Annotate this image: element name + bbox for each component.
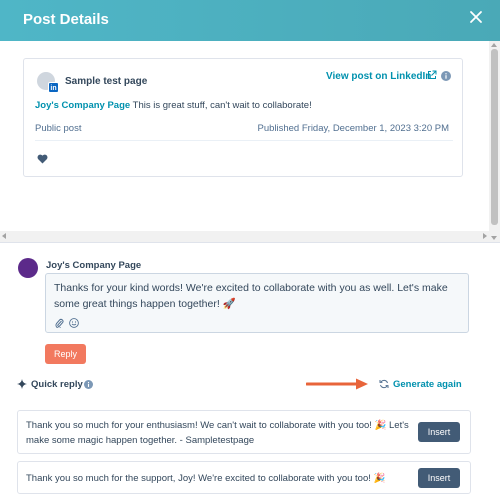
- insert-button[interactable]: Insert: [418, 422, 460, 442]
- scroll-left-arrow[interactable]: [2, 233, 6, 239]
- attach-icon[interactable]: [55, 318, 64, 328]
- card-divider: [35, 140, 453, 141]
- suggestion-text: Thank you so much for your enthusiasm! W…: [26, 420, 409, 446]
- scroll-right-arrow[interactable]: [483, 233, 487, 239]
- suggestion-card: Thank you so much for your enthusiasm! W…: [17, 410, 471, 454]
- info-icon[interactable]: [84, 380, 93, 389]
- suggestion-card: Thank you so much for the support, Joy! …: [17, 461, 471, 494]
- insert-button[interactable]: Insert: [418, 468, 460, 488]
- horizontal-scrollbar[interactable]: [0, 231, 489, 242]
- quick-reply-label: Quick reply: [31, 379, 83, 390]
- published-date: Published Friday, December 1, 2023 3:20 …: [257, 123, 449, 134]
- panel-title: Post Details: [23, 11, 109, 28]
- refresh-icon[interactable]: [379, 379, 389, 389]
- panel-header: Post Details: [0, 0, 500, 41]
- close-icon[interactable]: [466, 7, 486, 27]
- reply-text[interactable]: Thanks for your kind words! We're excite…: [54, 280, 462, 312]
- emoji-icon[interactable]: [69, 318, 79, 328]
- external-link-icon[interactable]: [427, 70, 437, 80]
- comment-author[interactable]: Joy's Company Page: [35, 100, 130, 111]
- scroll-up-arrow[interactable]: [491, 43, 497, 47]
- info-icon[interactable]: [441, 71, 451, 81]
- reply-input[interactable]: Thanks for your kind words! We're excite…: [45, 273, 469, 333]
- post-visibility: Public post: [35, 123, 82, 134]
- generate-again-button[interactable]: Generate again: [393, 379, 462, 390]
- post-details-panel: Post Details in Sample test page View po…: [0, 0, 500, 503]
- section-divider: [0, 242, 500, 243]
- scroll-down-arrow[interactable]: [491, 236, 497, 240]
- reply-account-name: Joy's Company Page: [46, 260, 142, 271]
- reply-avatar: [18, 258, 38, 278]
- sparkle-icon: [17, 379, 27, 389]
- vertical-scrollbar[interactable]: [489, 41, 500, 242]
- post-card: in Sample test page View post on LinkedI…: [23, 58, 463, 177]
- arrow-icon: [306, 378, 368, 390]
- heart-icon[interactable]: [37, 154, 48, 164]
- suggestion-text: Thank you so much for the support, Joy! …: [26, 473, 386, 484]
- reply-button[interactable]: Reply: [45, 344, 86, 364]
- post-comment: Joy's Company Page This is great stuff, …: [35, 100, 312, 111]
- view-on-linkedin-link[interactable]: View post on LinkedIn: [326, 71, 431, 82]
- post-account-name: Sample test page: [65, 76, 148, 87]
- comment-text: This is great stuff, can't wait to colla…: [132, 100, 312, 111]
- scroll-thumb[interactable]: [491, 49, 498, 225]
- account-avatar: in: [37, 72, 59, 93]
- linkedin-icon: in: [48, 82, 59, 93]
